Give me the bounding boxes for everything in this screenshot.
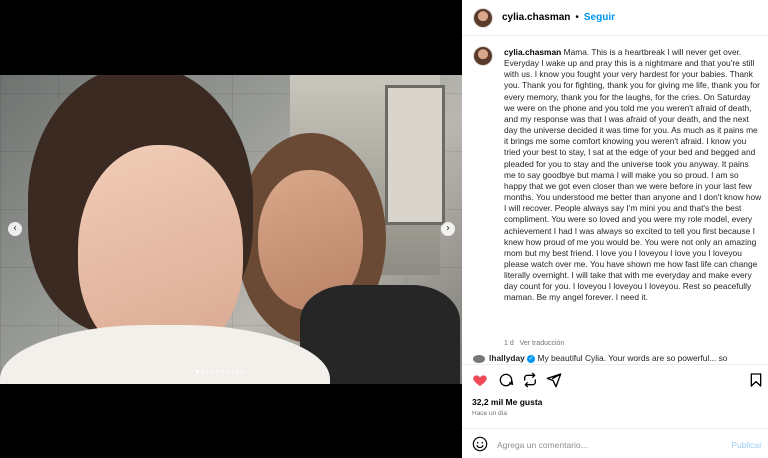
follow-button[interactable]: Seguir — [584, 12, 615, 23]
post-side-panel: cylia.chasman • Seguir cylia.chasman Mam… — [462, 0, 768, 458]
caption-username[interactable]: cylia.chasman — [504, 47, 561, 57]
caption-scroll-area[interactable]: cylia.chasman Mama. This is a heartbreak… — [462, 37, 768, 353]
bookmark-icon[interactable] — [748, 372, 764, 388]
photo-door — [385, 85, 445, 225]
carousel-dot — [216, 370, 219, 373]
carousel-dot — [231, 370, 234, 373]
comment-input[interactable]: Agrega un comentario... — [497, 440, 588, 450]
carousel-dot — [241, 370, 244, 373]
likes-count[interactable]: 32,2 mil Me gusta — [472, 397, 542, 407]
post-photo[interactable] — [0, 75, 462, 384]
carousel-dot — [211, 370, 214, 373]
avatar[interactable] — [473, 46, 493, 66]
comment-username[interactable]: lhallyday — [489, 353, 525, 363]
translate-link[interactable]: Ver traducción — [520, 340, 565, 347]
chevron-left-icon[interactable]: ‹ — [8, 222, 22, 236]
header-username[interactable]: cylia.chasman — [502, 12, 570, 23]
carousel-dot — [226, 370, 229, 373]
instagram-post-modal: ‹ › cylia.chasman • Seguir cylia.chasman… — [0, 0, 768, 458]
add-comment-bar: Agrega un comentario... Publicar — [462, 428, 768, 458]
caption-body: Mama. This is a heartbreak I will never … — [504, 47, 762, 303]
post-media: ‹ › — [0, 0, 462, 458]
emoji-icon[interactable] — [472, 436, 488, 452]
publish-button[interactable]: Publicar — [731, 440, 762, 450]
comment-row: lhallyday ✓ My beautiful Cylia. Your wor… — [473, 353, 763, 363]
send-icon[interactable] — [546, 372, 562, 388]
avatar[interactable] — [473, 354, 485, 363]
avatar[interactable] — [473, 7, 493, 28]
carousel-dot — [196, 370, 199, 373]
caption-meta: 1 d Ver traducción — [504, 340, 564, 347]
verified-icon: ✓ — [527, 354, 536, 363]
post-time[interactable]: Hace un día — [472, 410, 507, 417]
carousel-dots — [196, 370, 244, 373]
chevron-right-icon[interactable]: › — [441, 222, 455, 236]
heart-filled-icon[interactable] — [472, 372, 488, 388]
action-bar — [462, 364, 768, 394]
caption-text: cylia.chasman Mama. This is a heartbreak… — [504, 47, 762, 304]
carousel-dot — [236, 370, 239, 373]
comment-text: My beautiful Cylia. Your words are so po… — [537, 353, 728, 363]
post-header: cylia.chasman • Seguir — [462, 0, 768, 36]
caption-age: 1 d — [504, 340, 514, 347]
carousel-dot — [206, 370, 209, 373]
repost-icon[interactable] — [522, 372, 538, 388]
carousel-dot — [221, 370, 224, 373]
comment-icon[interactable] — [498, 372, 514, 388]
carousel-dot — [201, 370, 204, 373]
header-separator: • — [575, 12, 579, 23]
